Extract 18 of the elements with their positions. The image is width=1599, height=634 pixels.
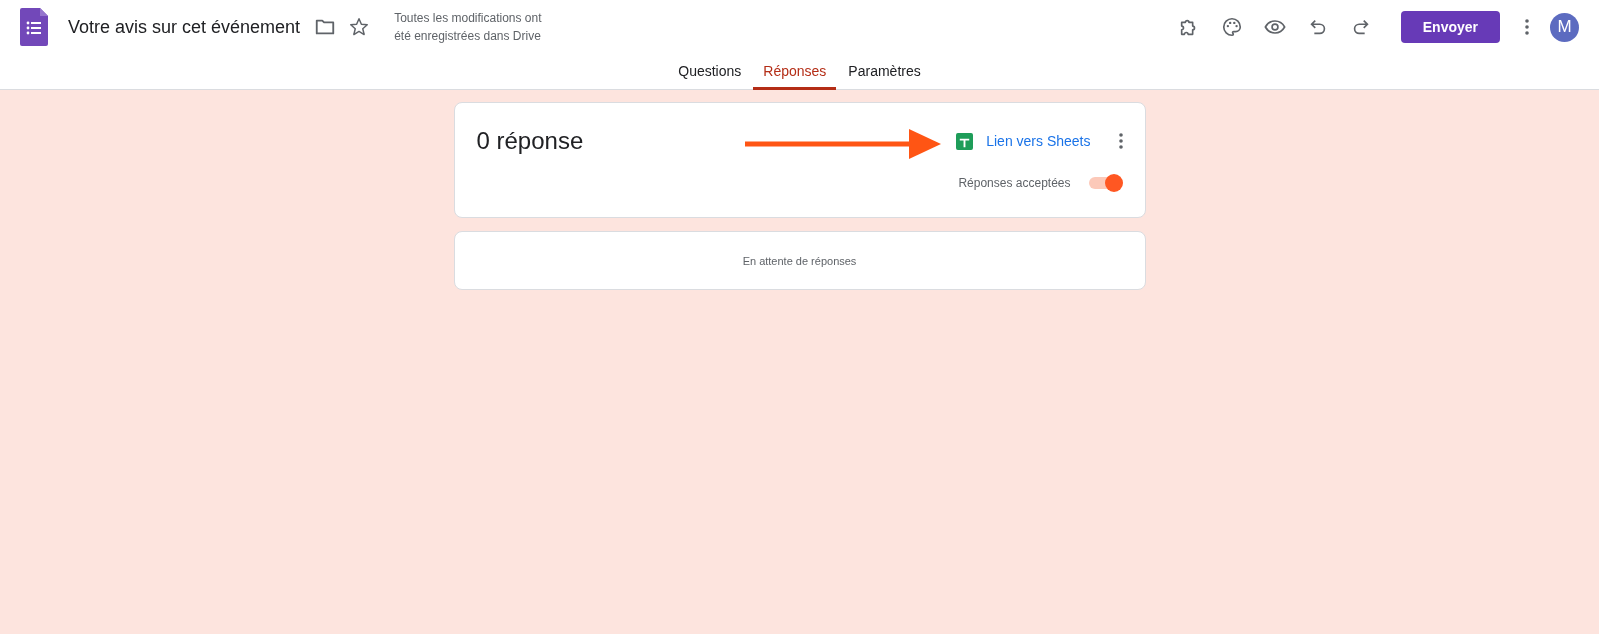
send-button[interactable]: Envoyer bbox=[1400, 11, 1500, 43]
sheets-link[interactable]: Lien vers Sheets bbox=[986, 133, 1091, 149]
tab[interactable]: Paramètres bbox=[838, 54, 931, 90]
tab[interactable]: Questions bbox=[668, 54, 752, 90]
tab[interactable]: Réponses bbox=[753, 54, 837, 90]
forms-logo-icon[interactable] bbox=[20, 8, 48, 46]
more-options-icon[interactable] bbox=[1525, 19, 1529, 35]
star-icon[interactable] bbox=[348, 16, 371, 38]
response-count: 0 réponse bbox=[476, 127, 584, 155]
more-options-icon[interactable] bbox=[1118, 133, 1123, 149]
empty-message: En attente de réponses bbox=[742, 254, 857, 267]
spreadsheet-icon[interactable] bbox=[956, 132, 974, 150]
accepting-label: Réponses acceptées bbox=[958, 176, 1071, 190]
account-avatar[interactable]: M bbox=[1550, 12, 1579, 42]
accepting-toggle[interactable] bbox=[1088, 173, 1123, 193]
palette-icon[interactable] bbox=[1220, 16, 1243, 38]
save-status: Toutes les modifications ont été enregistrées dans Drive bbox=[394, 10, 543, 45]
form-title[interactable]: Votre avis sur cet événement bbox=[68, 16, 301, 38]
